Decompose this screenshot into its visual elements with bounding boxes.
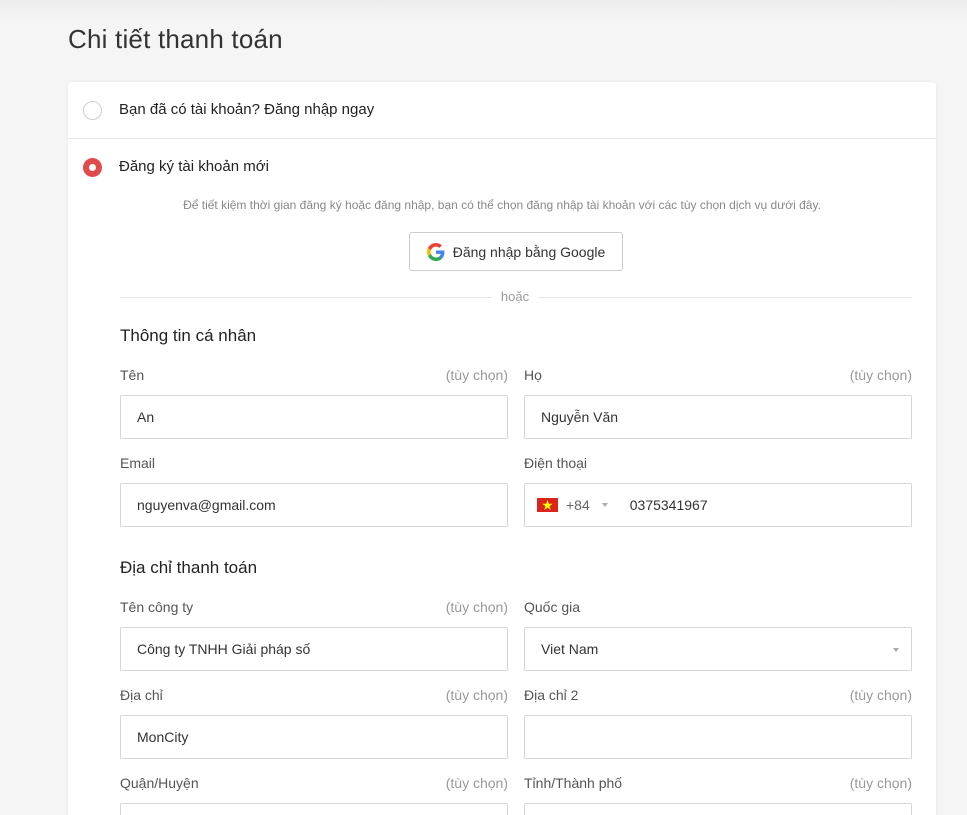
first-name-input[interactable]: An: [120, 395, 508, 439]
district-label: Quận/Huyện: [120, 775, 199, 791]
dial-code[interactable]: +84: [566, 497, 590, 513]
address-optional: (tùy chọn): [445, 687, 508, 703]
first-name-label: Tên: [120, 367, 145, 383]
vietnam-flag-icon[interactable]: [537, 498, 558, 512]
google-icon: [426, 242, 445, 261]
google-login-button[interactable]: Đăng nhập bằng Google: [409, 232, 623, 271]
register-radio[interactable]: [83, 158, 102, 177]
address-label: Địa chỉ: [120, 687, 163, 703]
page-title: Chi tiết thanh toán: [68, 24, 283, 54]
personal-info-title: Thông tin cá nhân: [120, 326, 257, 345]
or-divider-text: hoặc: [492, 289, 538, 304]
email-label: Email: [120, 455, 156, 471]
address2-label: Địa chỉ 2: [524, 687, 579, 703]
country-select[interactable]: Viet Nam: [524, 627, 912, 671]
login-radio[interactable]: [83, 101, 102, 120]
address2-optional: (tùy chọn): [849, 687, 912, 703]
login-option-label[interactable]: Bạn đã có tài khoản? Đăng nhập ngay: [119, 101, 374, 118]
first-name-optional: (tùy chọn): [445, 367, 508, 383]
top-shade: [0, 0, 967, 20]
phone-input[interactable]: +84 0375341967: [524, 483, 912, 527]
city-optional: (tùy chọn): [849, 775, 912, 791]
country-label: Quốc gia: [524, 599, 581, 615]
checkout-card: Bạn đã có tài khoản? Đăng nhập ngay Đăng…: [68, 82, 936, 815]
address-input[interactable]: MonCity: [120, 715, 508, 759]
company-optional: (tùy chọn): [445, 599, 508, 615]
company-input[interactable]: Công ty TNHH Giải pháp số: [120, 627, 508, 671]
chevron-down-icon[interactable]: [893, 648, 899, 652]
district-optional: (tùy chọn): [445, 775, 508, 791]
city-label: Tỉnh/Thành phố: [524, 775, 623, 791]
email-input[interactable]: nguyenva@gmail.com: [120, 483, 508, 527]
social-login-note: Để tiết kiệm thời gian đăng ký hoặc đăng…: [183, 198, 821, 212]
register-option-label[interactable]: Đăng ký tài khoản mới: [119, 158, 269, 175]
company-label: Tên công ty: [120, 599, 194, 615]
address2-input[interactable]: [524, 715, 912, 759]
google-login-label: Đăng nhập bằng Google: [452, 243, 606, 260]
city-input[interactable]: [524, 803, 912, 815]
phone-number-value[interactable]: 0375341967: [630, 497, 708, 513]
last-name-input[interactable]: Nguyễn Văn: [524, 395, 912, 439]
last-name-label: Họ: [524, 367, 542, 383]
billing-address-title: Địa chỉ thanh toán: [120, 558, 258, 577]
last-name-optional: (tùy chọn): [849, 367, 912, 383]
dial-code-chevron-down-icon[interactable]: [601, 503, 608, 507]
login-option[interactable]: Bạn đã có tài khoản? Đăng nhập ngay: [68, 82, 936, 139]
phone-label: Điện thoại: [524, 455, 588, 471]
country-select-value: Viet Nam: [541, 641, 599, 657]
district-input[interactable]: [120, 803, 508, 815]
